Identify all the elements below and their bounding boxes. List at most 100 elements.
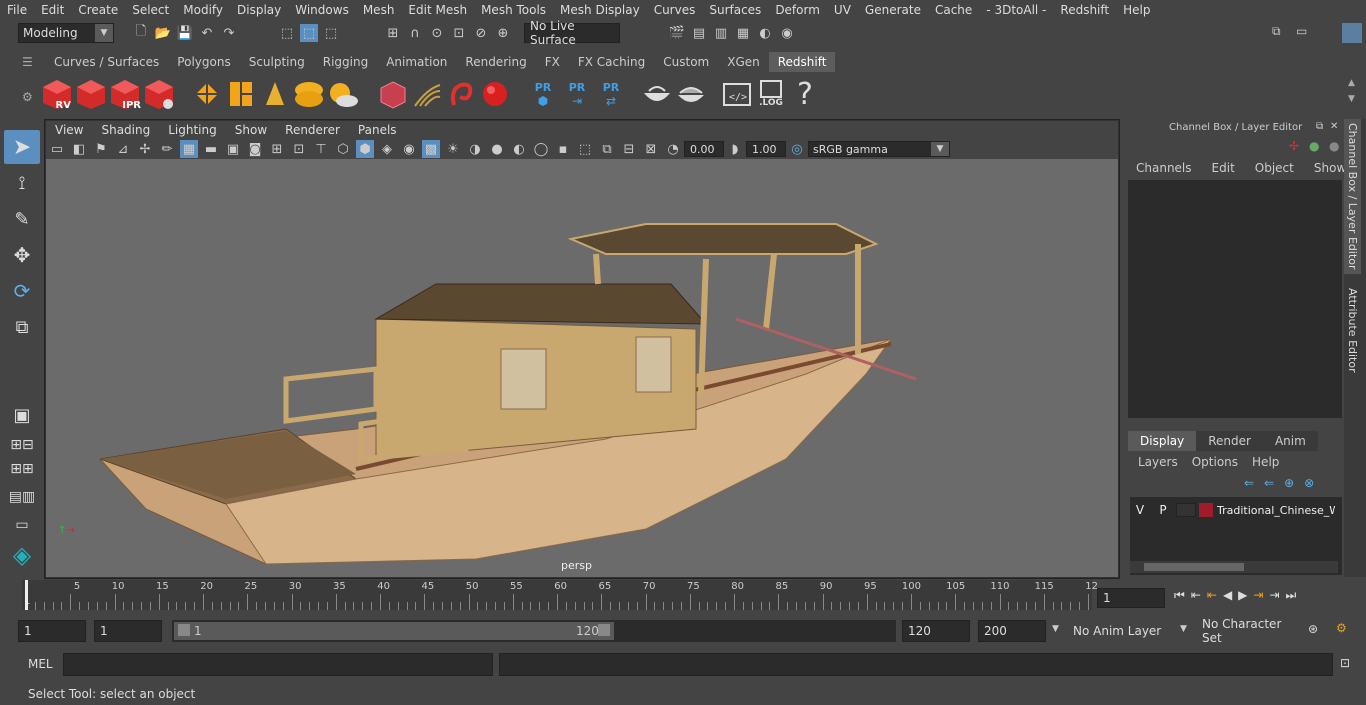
- layer-tab-display[interactable]: Display: [1128, 431, 1197, 451]
- boat-model[interactable]: [46, 159, 1118, 577]
- layer-menu-help[interactable]: Help: [1252, 455, 1279, 469]
- layout-outliner-button[interactable]: ▤▥: [4, 482, 40, 512]
- material-pie-button[interactable]: [675, 77, 707, 111]
- shelf-tab-redshift[interactable]: Redshift: [768, 52, 836, 72]
- film-gate-icon[interactable]: ▬: [202, 140, 220, 158]
- layout-icon[interactable]: ▭: [1296, 24, 1318, 42]
- shelf-tab-fx[interactable]: FX: [536, 52, 569, 72]
- camera-attr-icon[interactable]: ◧: [70, 140, 88, 158]
- channel-box-menu-channels[interactable]: Channels: [1136, 161, 1192, 175]
- depth-of-field-icon[interactable]: ▪: [554, 140, 572, 158]
- render-settings-icon[interactable]: ▦: [734, 24, 752, 42]
- redshift-proxy-button[interactable]: [191, 77, 223, 111]
- menu-surfaces[interactable]: Surfaces: [702, 3, 768, 17]
- xray-components-icon[interactable]: ⊠: [642, 140, 660, 158]
- safe-action-icon[interactable]: ⊡: [290, 140, 308, 158]
- lasso-tool[interactable]: ⟟: [4, 166, 40, 200]
- render-frame-icon[interactable]: ▤: [690, 24, 708, 42]
- close-icon[interactable]: ✕: [1330, 121, 1338, 132]
- menu-cache[interactable]: Cache: [928, 3, 979, 17]
- render-view-icon[interactable]: 🎬: [668, 24, 686, 42]
- auto-key-icon[interactable]: ⊛: [1308, 622, 1318, 636]
- viewport-menu-view[interactable]: View: [46, 123, 92, 137]
- layout-single-button[interactable]: ▣: [4, 398, 40, 432]
- redshift-dome-button[interactable]: [293, 77, 325, 111]
- shelf-tab-fx-caching[interactable]: FX Caching: [569, 52, 654, 72]
- layer-type-toggle[interactable]: [1176, 503, 1196, 517]
- menu-redshift[interactable]: Redshift: [1053, 3, 1116, 17]
- layer-row[interactable]: V P Traditional_Chinese_W: [1130, 500, 1342, 520]
- channel-box-list[interactable]: [1128, 180, 1342, 418]
- move-tool[interactable]: ✥: [4, 238, 40, 272]
- menu-create[interactable]: Create: [71, 3, 125, 17]
- menu-select[interactable]: Select: [125, 3, 176, 17]
- range-slider-track[interactable]: 1 120: [172, 620, 896, 642]
- select-hierarchy-icon[interactable]: ⬚: [278, 24, 296, 42]
- step-back-frame-icon[interactable]: ⇤: [1207, 588, 1217, 603]
- mel-label[interactable]: MEL: [28, 657, 53, 671]
- shelf-settings-icon[interactable]: ⚙: [22, 90, 33, 104]
- bookmark-icon[interactable]: ⚑: [92, 140, 110, 158]
- layer-visibility-toggle[interactable]: V: [1130, 503, 1150, 517]
- scale-tool[interactable]: ⧉: [4, 310, 40, 344]
- toggle-layers-icon[interactable]: [1342, 23, 1362, 43]
- channel-box-side-tab[interactable]: Channel Box / Layer Editor: [1344, 119, 1361, 274]
- menu-mesh[interactable]: Mesh: [356, 3, 402, 17]
- range-end-handle[interactable]: [598, 624, 610, 636]
- snap-grid-icon[interactable]: ⊞: [384, 24, 402, 42]
- lights-icon[interactable]: ☀: [444, 140, 462, 158]
- layer-menu-options[interactable]: Options: [1192, 455, 1238, 469]
- redo-icon[interactable]: ↷: [220, 24, 238, 42]
- animation-start-field[interactable]: 1: [18, 620, 86, 642]
- live-surface-field[interactable]: No Live Surface: [524, 19, 620, 47]
- step-forward-key-icon[interactable]: ⇥: [1269, 588, 1279, 603]
- viewport-menu-panels[interactable]: Panels: [349, 123, 406, 137]
- material-bowl-button[interactable]: [641, 77, 673, 111]
- open-scene-icon[interactable]: 📂: [154, 24, 172, 42]
- menu-modify[interactable]: Modify: [176, 3, 230, 17]
- redshift-volume-button[interactable]: [445, 77, 477, 111]
- snap-live-icon[interactable]: ⊕: [494, 24, 512, 42]
- script-editor-button[interactable]: </>: [721, 77, 753, 111]
- go-to-end-icon[interactable]: ⏭: [1286, 588, 1297, 603]
- playhead[interactable]: [25, 580, 28, 610]
- colorspace-selector[interactable]: sRGB gamma ▼: [808, 141, 950, 157]
- xray-icon[interactable]: ⧉: [598, 140, 616, 158]
- layer-playback-toggle[interactable]: P: [1153, 503, 1173, 517]
- shelf-scroll-down-icon[interactable]: ▼: [1348, 94, 1355, 104]
- xray-joints-icon[interactable]: ⊟: [620, 140, 638, 158]
- play-forwards-icon[interactable]: ▶: [1238, 588, 1247, 603]
- anim-layer-selector[interactable]: No Anim Layer: [1068, 620, 1170, 642]
- camera-select-icon[interactable]: ▭: [48, 140, 66, 158]
- redshift-layout-button[interactable]: [225, 77, 257, 111]
- hypershade-icon[interactable]: ◐: [756, 24, 774, 42]
- snap-view-icon[interactable]: ⊡: [450, 24, 468, 42]
- render-globe-icon[interactable]: ◉: [778, 24, 796, 42]
- anim-prefs-icon[interactable]: ⚙: [1336, 621, 1347, 635]
- layer-action-icons[interactable]: ⇐⇐⊕⊗: [1244, 476, 1324, 490]
- select-tool[interactable]: ➤: [4, 130, 40, 164]
- redshift-sphere-button[interactable]: [479, 77, 511, 111]
- redshift-rv-button[interactable]: RV: [41, 77, 73, 111]
- shelf-tab-custom[interactable]: Custom: [654, 52, 718, 72]
- menu-mesh-tools[interactable]: Mesh Tools: [474, 3, 553, 17]
- rotate-tool[interactable]: ⟳: [4, 274, 40, 308]
- manipulator-icon[interactable]: ✢: [1289, 139, 1299, 153]
- mel-input[interactable]: [63, 653, 493, 676]
- wireframe-on-shaded-icon[interactable]: ◈: [378, 140, 396, 158]
- textured-icon[interactable]: ▩: [422, 140, 440, 158]
- grease-pencil-icon[interactable]: ✏: [158, 140, 176, 158]
- play-backwards-icon[interactable]: ◀: [1223, 588, 1232, 603]
- channel-box-menu-show[interactable]: Show: [1314, 161, 1346, 175]
- character-set-selector[interactable]: No Character Set: [1197, 617, 1299, 645]
- menu-windows[interactable]: Windows: [288, 3, 356, 17]
- playback-start-field[interactable]: 1: [94, 620, 162, 642]
- exposure-icon[interactable]: ◔: [664, 140, 682, 158]
- undo-icon[interactable]: ↶: [198, 24, 216, 42]
- chevron-down-icon[interactable]: ▼: [1180, 624, 1187, 634]
- ambient-occlusion-icon[interactable]: ●: [488, 140, 506, 158]
- shelf-tab-sculpting[interactable]: Sculpting: [240, 52, 314, 72]
- redshift-ipr-button[interactable]: IPR: [109, 77, 141, 111]
- workspace-icon[interactable]: ⧉: [1272, 24, 1281, 39]
- grid-toggle-icon[interactable]: ▦: [180, 140, 198, 158]
